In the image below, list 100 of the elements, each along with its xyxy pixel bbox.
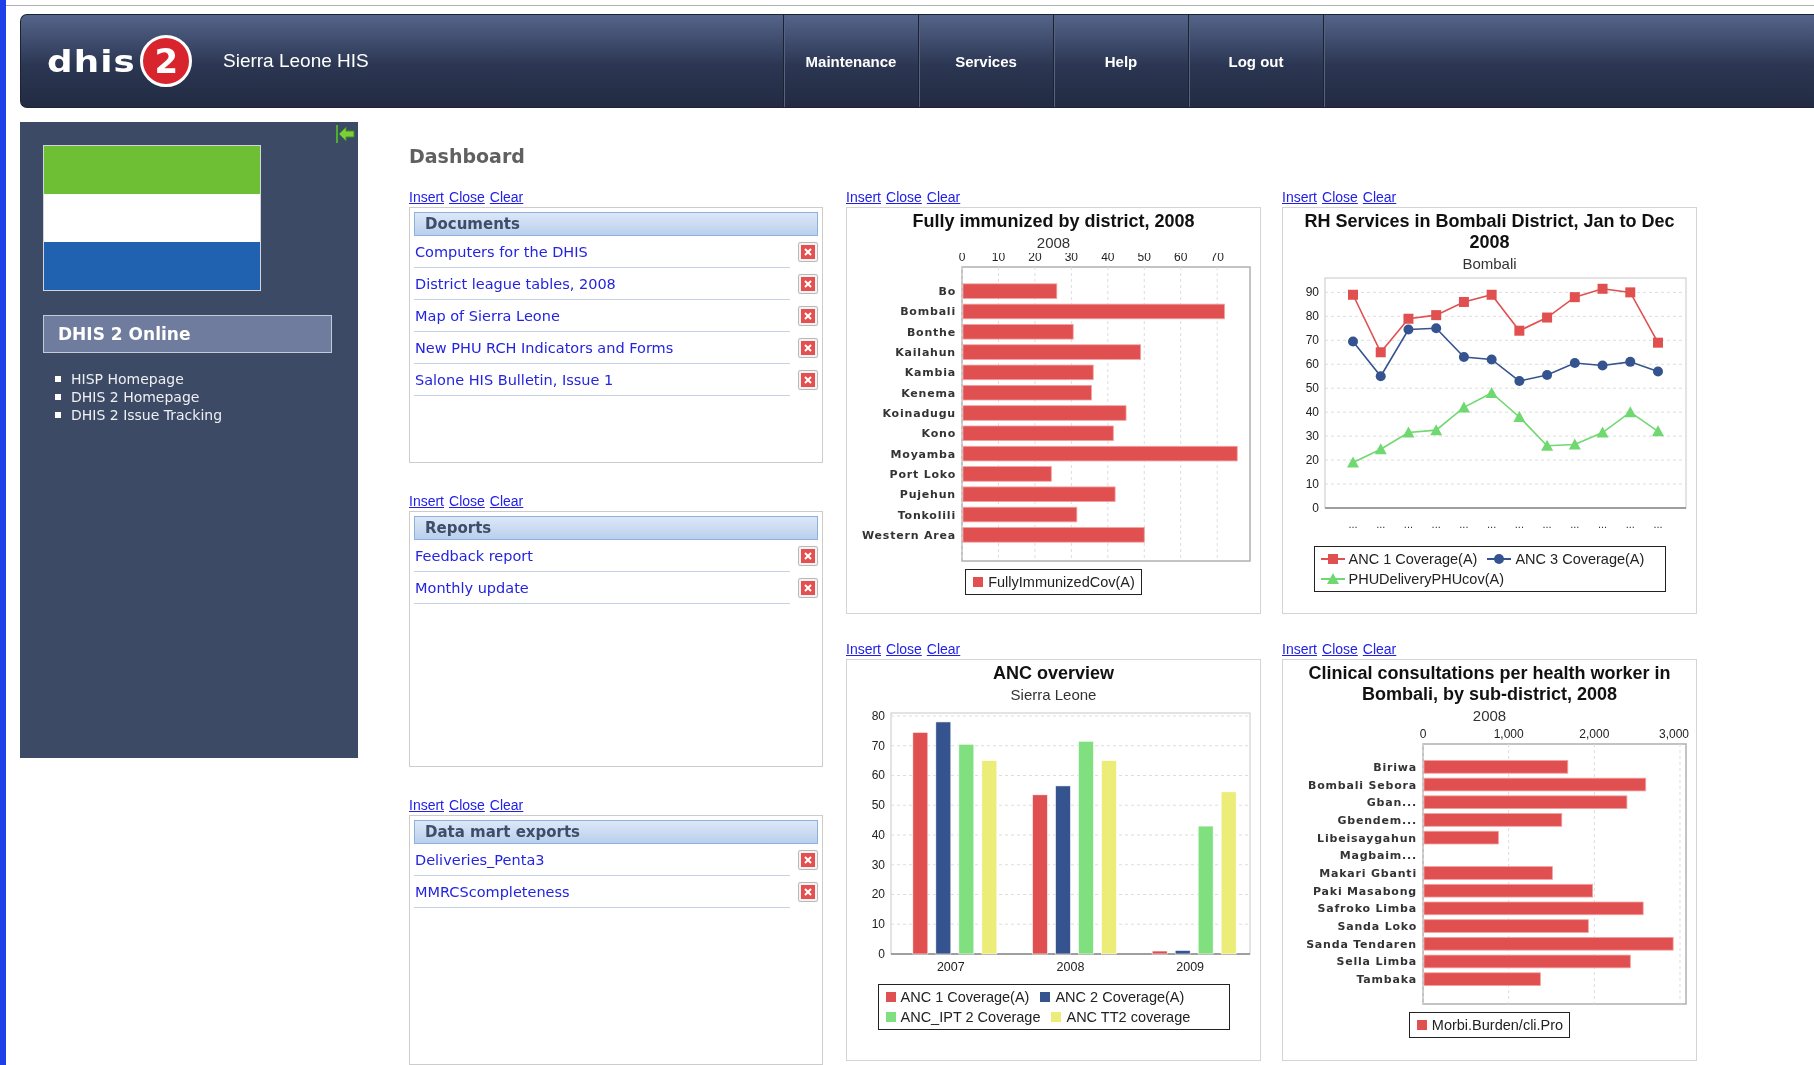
action-link[interactable]: Close	[449, 189, 485, 205]
axis-tick-label: 60	[1174, 253, 1188, 264]
chart-subtitle: Sierra Leone	[1010, 686, 1097, 703]
action-link[interactable]: Clear	[489, 189, 524, 205]
category-label: Gban...	[1366, 796, 1417, 810]
action-link[interactable]: Clear	[926, 641, 961, 657]
axis-tick-label: 2,000	[1579, 727, 1610, 741]
data-point	[1513, 410, 1526, 422]
arrow-left-icon[interactable]	[336, 124, 356, 144]
logo-badge: 2	[140, 35, 193, 87]
remove-button[interactable]	[798, 578, 818, 598]
remove-button[interactable]	[798, 370, 818, 390]
legend-label: ANC TT2 coverage	[1066, 1009, 1191, 1025]
category-label: ...	[1597, 518, 1608, 530]
action-link[interactable]: Close	[1322, 641, 1358, 657]
axis-tick-label: 20	[871, 887, 885, 902]
nav-item[interactable]: Help	[1053, 15, 1188, 107]
item-link[interactable]: Salone HIS Bulletin, Issue 1	[414, 364, 790, 396]
item-link[interactable]: Computers for the DHIS	[414, 236, 790, 268]
axis-tick-label: 20	[1305, 453, 1319, 468]
axis-tick-label: 10	[991, 253, 1006, 264]
category-label: 2008	[1056, 960, 1085, 974]
action-link[interactable]: Clear	[489, 797, 524, 813]
category-label: Kailahun	[895, 346, 956, 360]
nav-item[interactable]: Maintenance	[783, 15, 918, 107]
data-point	[1347, 456, 1359, 468]
axis-tick-label: 10	[871, 917, 885, 932]
axis-tick-label: 0	[958, 253, 966, 264]
data-point	[1653, 366, 1663, 377]
sidebar-link[interactable]: DHIS 2 Issue Tracking	[71, 407, 223, 423]
action-link[interactable]: Clear	[1362, 189, 1397, 205]
category-label: Safroko Limba	[1317, 902, 1417, 916]
item-link[interactable]: New PHU RCH Indicators and Forms	[414, 332, 790, 364]
category-label: 2007	[936, 960, 965, 974]
remove-button[interactable]	[798, 850, 818, 870]
axis-tick-label: 40	[1305, 405, 1319, 420]
nav-item[interactable]: Log out	[1188, 15, 1323, 107]
category-label: 2009	[1176, 960, 1205, 974]
action-link[interactable]: Close	[449, 493, 485, 509]
item-link[interactable]: Map of Sierra Leone	[414, 300, 790, 332]
action-link[interactable]: Insert	[1282, 641, 1317, 657]
legend-marker-icon	[1415, 1019, 1428, 1031]
action-link[interactable]: Insert	[846, 189, 881, 205]
item-link[interactable]: District league tables, 2008	[414, 268, 790, 300]
axis-tick-label: 30	[871, 857, 885, 872]
action-link[interactable]: Close	[886, 189, 922, 205]
item-link[interactable]: Deliveries_Penta3	[414, 844, 790, 876]
action-link[interactable]: Close	[1322, 189, 1358, 205]
legend-label: ANC 3 Coverage(A)	[1515, 551, 1645, 567]
sidebar-link[interactable]: DHIS 2 Homepage	[71, 389, 200, 405]
remove-button[interactable]	[798, 338, 818, 358]
item-link[interactable]: Feedback report	[414, 540, 790, 572]
action-link[interactable]: Insert	[409, 493, 444, 509]
remove-button[interactable]	[798, 242, 818, 262]
legend-marker-icon	[972, 576, 985, 588]
remove-button[interactable]	[798, 546, 818, 566]
category-label: ...	[1403, 518, 1414, 530]
nav-item[interactable]: Services	[918, 15, 1053, 107]
close-icon	[801, 549, 815, 563]
item-link[interactable]: MMRCScompleteness	[414, 876, 790, 908]
remove-button[interactable]	[798, 274, 818, 294]
data-point	[1542, 312, 1553, 323]
action-link[interactable]: Close	[886, 641, 922, 657]
data-point	[1514, 325, 1525, 336]
legend-marker-icon	[1039, 991, 1052, 1003]
sidebar-link[interactable]: HISP Homepage	[71, 371, 184, 387]
action-link[interactable]: Insert	[409, 189, 444, 205]
category-label: Kambia	[904, 366, 956, 380]
category-label: Sanda Loko	[1337, 920, 1417, 934]
data-point	[1541, 439, 1554, 451]
category-label: Sella Limba	[1336, 955, 1417, 969]
item-link[interactable]: Monthly update	[414, 572, 790, 604]
data-point	[1625, 356, 1636, 367]
legend-marker-icon	[1320, 573, 1345, 585]
action-link[interactable]: Insert	[846, 641, 881, 657]
category-label: Paki Masabong	[1313, 884, 1417, 898]
axis-tick-label: 80	[871, 709, 885, 723]
data-point	[1653, 337, 1663, 348]
legend-marker-icon	[884, 1011, 897, 1023]
action-link[interactable]: Insert	[409, 797, 444, 813]
remove-button[interactable]	[798, 882, 818, 902]
category-label: Makari Gbanti	[1319, 867, 1417, 880]
site-title: Sierra Leone HIS	[223, 50, 369, 72]
axis-tick-label: 70	[871, 738, 885, 753]
category-label: Tambaka	[1356, 973, 1417, 987]
sidebar-title: DHIS 2 Online	[43, 315, 332, 353]
chart-title: Fully immunized by district, 2008	[911, 211, 1196, 232]
axis-tick-label: 1,000	[1493, 727, 1524, 741]
data-point	[1596, 426, 1609, 438]
action-link[interactable]: Insert	[1282, 189, 1317, 205]
remove-button[interactable]	[798, 306, 818, 326]
data-point	[1430, 424, 1443, 436]
action-link[interactable]: Clear	[489, 493, 524, 509]
action-link[interactable]: Close	[449, 797, 485, 813]
axis-tick-label: 60	[871, 768, 885, 783]
chart-subtitle: 2008	[1472, 707, 1507, 724]
close-icon	[801, 277, 815, 291]
action-link[interactable]: Clear	[926, 189, 961, 205]
action-link[interactable]: Clear	[1362, 641, 1397, 657]
category-label: Pujehun	[899, 488, 956, 502]
